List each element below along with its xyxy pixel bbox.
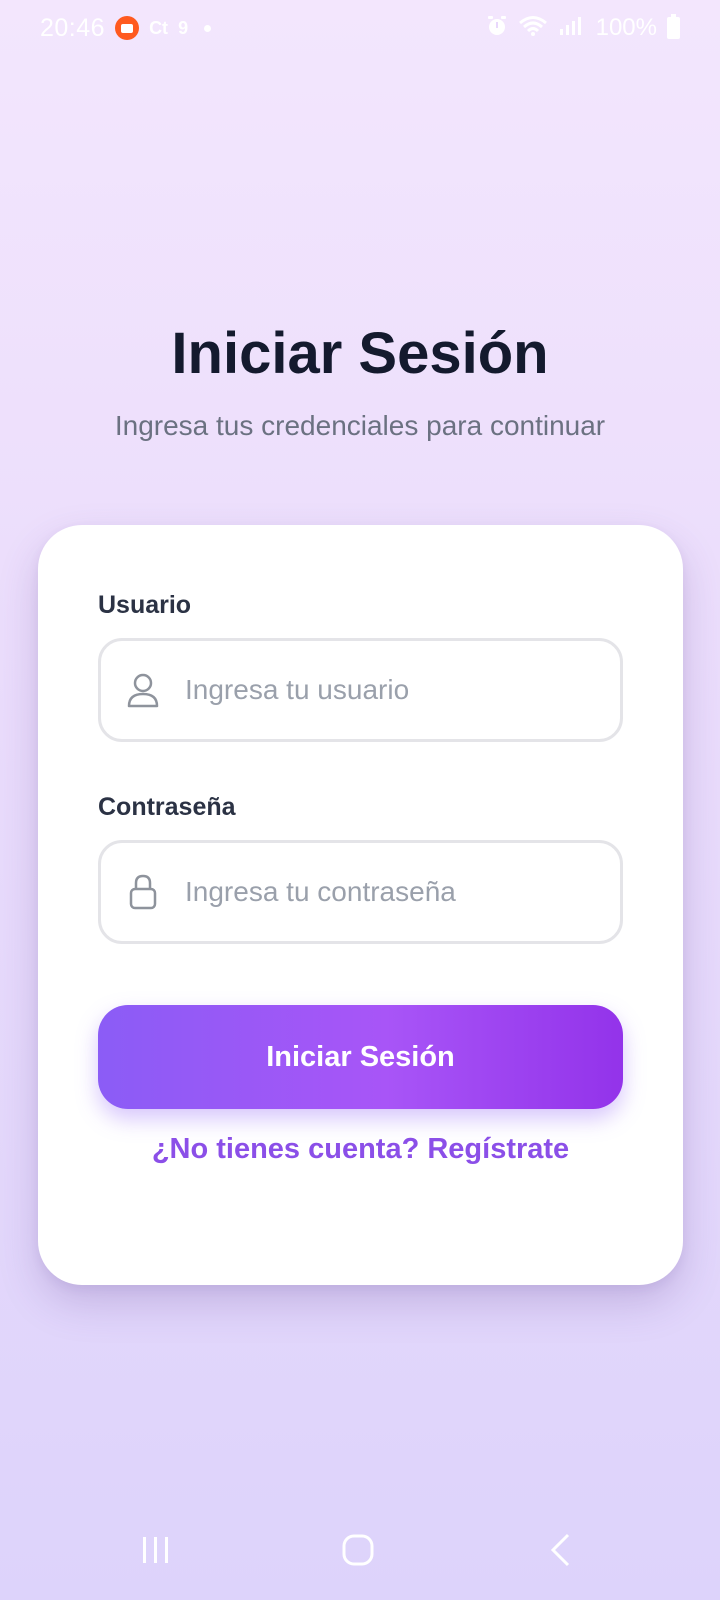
status-time: 20:46 xyxy=(40,13,106,42)
recent-apps-icon xyxy=(143,1537,168,1563)
page-title: Iniciar Sesión xyxy=(171,321,549,386)
password-input[interactable] xyxy=(185,862,605,922)
status-left: 20:46 Ct 9 xyxy=(40,13,212,43)
home-icon xyxy=(342,1534,374,1566)
recent-apps-button[interactable] xyxy=(120,1515,192,1585)
navigation-bar xyxy=(0,1515,720,1600)
alarm-icon xyxy=(486,15,508,42)
username-input[interactable] xyxy=(185,660,605,720)
username-label: Usuario xyxy=(98,591,192,619)
notification-dot-icon xyxy=(204,24,212,32)
user-icon xyxy=(125,672,161,708)
back-icon xyxy=(550,1533,570,1567)
battery-percent: 100% xyxy=(595,14,657,41)
password-label: Contraseña xyxy=(98,793,236,821)
page-subtitle: Ingresa tus credenciales para continuar xyxy=(114,410,606,441)
home-button[interactable] xyxy=(322,1515,394,1585)
signal-icon xyxy=(558,15,586,42)
login-card: Usuario Contraseña Iniciar Sesión ¿No ti… xyxy=(38,525,683,1285)
register-link-row: ¿No tienes cuenta? Regístrate xyxy=(38,1133,683,1166)
status-right: 100% xyxy=(486,14,680,42)
screen-recorder-icon xyxy=(115,16,140,40)
status-temp: 9 xyxy=(178,17,189,38)
login-button[interactable]: Iniciar Sesión xyxy=(98,1005,623,1109)
status-app-label: Ct xyxy=(149,17,169,38)
battery-icon xyxy=(667,14,680,39)
register-link[interactable]: ¿No tienes cuenta? Regístrate xyxy=(152,1133,569,1165)
back-button[interactable] xyxy=(525,1515,597,1585)
username-input-box[interactable] xyxy=(98,638,623,742)
status-bar: 20:46 Ct 9 100% xyxy=(0,0,720,56)
password-input-box[interactable] xyxy=(98,840,623,944)
lock-icon xyxy=(125,874,161,910)
wifi-icon xyxy=(518,15,548,42)
